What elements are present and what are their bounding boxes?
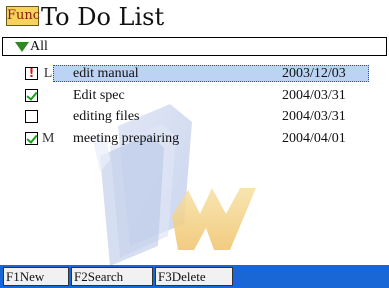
f1-key-label: F1 bbox=[6, 269, 20, 284]
task-row[interactable]: editing files 2004/03/31 bbox=[0, 107, 389, 126]
done-checkbox[interactable] bbox=[25, 89, 38, 102]
task-date: 2004/04/01 bbox=[282, 131, 346, 146]
priority-label: L bbox=[43, 66, 53, 81]
todo-screen: Func To Do List All ! L edit manual 2003… bbox=[0, 0, 389, 288]
done-checkbox[interactable] bbox=[25, 132, 38, 145]
page-title: To Do List bbox=[41, 3, 165, 31]
task-date: 2003/12/03 bbox=[282, 66, 346, 81]
task-name: Edit spec bbox=[73, 88, 125, 103]
delete-button[interactable]: F3Delete bbox=[155, 267, 233, 286]
task-row[interactable]: L edit manual 2003/12/03 bbox=[0, 64, 389, 83]
search-label: Search bbox=[87, 269, 124, 284]
task-name: edit manual bbox=[73, 66, 139, 81]
new-button[interactable]: F1New bbox=[3, 267, 69, 286]
triangle-down-icon bbox=[15, 42, 29, 52]
category-filter-label: All bbox=[30, 39, 48, 54]
important-checkbox[interactable] bbox=[25, 66, 38, 80]
task-list: L edit manual 2003/12/03 Edit spec 2004/… bbox=[0, 56, 389, 266]
f2-key-label: F2 bbox=[74, 269, 88, 284]
title-bar: Func To Do List bbox=[0, 0, 389, 37]
f3-key-label: F3 bbox=[158, 269, 172, 284]
task-date: 2004/03/31 bbox=[282, 109, 346, 124]
task-name: meeting prepairing bbox=[73, 131, 180, 146]
task-row[interactable]: M meeting prepairing 2004/04/01 bbox=[0, 129, 389, 148]
func-button[interactable]: Func bbox=[6, 6, 40, 26]
delete-label: Delete bbox=[171, 269, 206, 284]
new-label: New bbox=[19, 269, 45, 284]
open-checkbox[interactable] bbox=[25, 110, 38, 123]
search-button[interactable]: F2Search bbox=[71, 267, 153, 286]
priority-label: M bbox=[42, 131, 55, 146]
function-key-bar: F1New F2Search F3Delete bbox=[0, 265, 389, 288]
category-filter-dropdown[interactable]: All bbox=[2, 37, 387, 56]
task-date: 2004/03/31 bbox=[282, 88, 346, 103]
task-name: editing files bbox=[73, 109, 140, 124]
task-row[interactable]: Edit spec 2004/03/31 bbox=[0, 86, 389, 105]
